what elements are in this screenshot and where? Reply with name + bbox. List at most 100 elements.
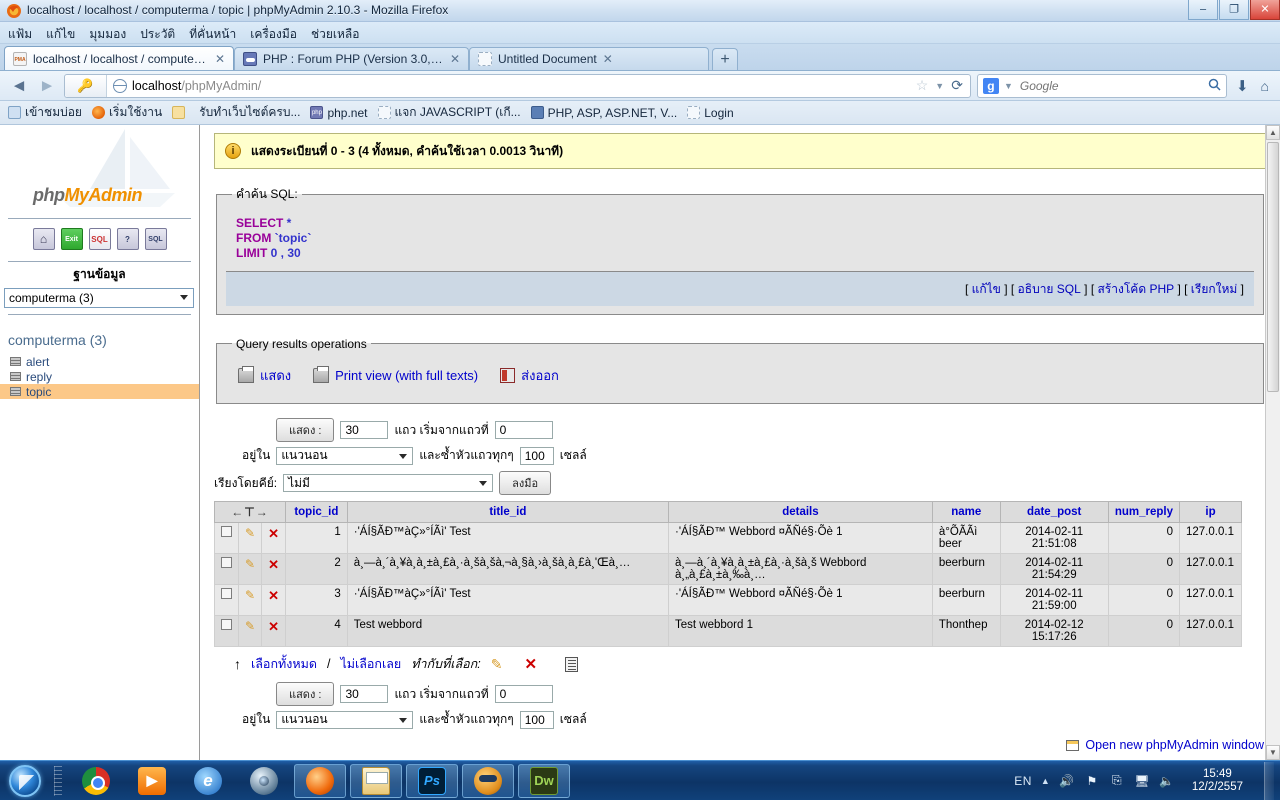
pencil-icon[interactable]: ✎: [245, 619, 255, 633]
menu-item-bookmarks[interactable]: ที่คั่นหน้า: [189, 25, 236, 43]
tab-phpmyadmin[interactable]: PMA localhost / localhost / computerma /…: [4, 46, 234, 70]
start-button[interactable]: [0, 762, 50, 800]
sql-action-refresh[interactable]: เรียกใหม่: [1191, 280, 1238, 299]
sql-query-icon[interactable]: SQL: [89, 228, 111, 250]
query-op-label[interactable]: ส่งออก: [521, 365, 559, 386]
column-header-ip[interactable]: ip: [1180, 502, 1242, 523]
bookmark-php-asp[interactable]: PHP, ASP, ASP.NET, V...: [531, 106, 678, 120]
exit-icon[interactable]: Exit: [61, 228, 83, 250]
show-button-bottom[interactable]: แสดง :: [276, 682, 334, 706]
column-header-date-post[interactable]: date_post: [1000, 502, 1108, 523]
pencil-icon[interactable]: ✎: [491, 656, 503, 673]
close-button[interactable]: ✕: [1250, 0, 1280, 20]
show-desktop-button[interactable]: [1264, 762, 1274, 800]
taskbar-app-webcam[interactable]: [238, 764, 290, 798]
export-list-icon[interactable]: [565, 657, 578, 672]
volume-icon[interactable]: 🔈: [1159, 773, 1175, 789]
tab-close-icon[interactable]: ✕: [603, 52, 613, 66]
row-checkbox[interactable]: [221, 588, 232, 599]
url-bar[interactable]: 🔑 localhost/phpMyAdmin/ ☆ ▼ ⟳: [64, 74, 971, 98]
delete-x-icon[interactable]: ✕: [268, 526, 279, 541]
row-checkbox-cell[interactable]: [215, 554, 239, 585]
vertical-scrollbar[interactable]: ▲ ▼: [1265, 125, 1280, 760]
taskbar-grip[interactable]: [54, 766, 62, 796]
tab-php-forum[interactable]: PHP : Forum PHP (Version 3.0,4.0,5.0)...…: [234, 47, 469, 70]
pencil-icon[interactable]: ✎: [245, 526, 255, 540]
home-icon[interactable]: ⌂: [1258, 78, 1272, 94]
select-all-link[interactable]: เลือกทั้งหมด: [251, 654, 317, 674]
query-op-export[interactable]: ส่งออก: [500, 365, 559, 386]
site-identity-button[interactable]: 🔑: [65, 75, 107, 97]
row-edit-cell[interactable]: ✎: [239, 554, 262, 585]
speaker-icon[interactable]: 🔊: [1059, 773, 1075, 789]
taskbar-app-explorer[interactable]: [350, 764, 402, 798]
tab-untitled-document[interactable]: Untitled Document ✕: [469, 47, 709, 70]
bookmark-javascript[interactable]: แจก JAVASCRIPT (เกี...: [378, 103, 521, 122]
row-checkbox-cell[interactable]: [215, 585, 239, 616]
forward-arrow-icon[interactable]: ►: [36, 76, 58, 96]
start-row-input-bottom[interactable]: 0: [495, 685, 553, 703]
sql-bubble-icon[interactable]: SQL: [145, 228, 167, 250]
network-icon[interactable]: 🖥: [1134, 773, 1150, 789]
bookmark-webdesign[interactable]: รับทำเว็บไซต์ครบ...: [199, 103, 300, 122]
back-arrow-icon[interactable]: ◄: [8, 76, 30, 96]
help-icon[interactable]: ?: [117, 228, 139, 250]
menu-item-tools[interactable]: เครื่องมือ: [250, 25, 297, 43]
reload-icon[interactable]: ⟳: [951, 77, 963, 94]
sidebar-table-alert[interactable]: alert: [8, 354, 199, 369]
taskbar-app-chrome[interactable]: [70, 764, 122, 798]
bookmark-frequent[interactable]: เข้าชมบ่อย: [8, 103, 82, 122]
show-hidden-icons-icon[interactable]: ▲: [1041, 776, 1050, 786]
open-new-window-link[interactable]: Open new phpMyAdmin window: [1085, 738, 1264, 752]
taskbar-app-photoshop[interactable]: Ps: [406, 764, 458, 798]
rows-input-top[interactable]: 30: [340, 421, 388, 439]
row-delete-cell[interactable]: ✕: [262, 523, 286, 554]
scroll-up-button[interactable]: ▲: [1266, 125, 1280, 140]
row-checkbox[interactable]: [221, 557, 232, 568]
pma-logo[interactable]: phpMyAdmin: [0, 125, 199, 215]
search-bar[interactable]: g ▼: [977, 74, 1227, 98]
row-checkbox[interactable]: [221, 619, 232, 630]
taskbar-app-media-player[interactable]: ▶: [126, 764, 178, 798]
flag-icon[interactable]: ⚑: [1084, 773, 1100, 789]
row-delete-cell[interactable]: ✕: [262, 616, 286, 647]
menu-item-view[interactable]: มุมมอง: [89, 25, 126, 43]
bookmark-getting-started[interactable]: เริ่มใช้งาน: [92, 103, 162, 122]
home-icon[interactable]: ⌂: [33, 228, 55, 250]
open-new-window-row[interactable]: Open new phpMyAdmin window: [1066, 738, 1264, 752]
sql-action-explain[interactable]: อธิบาย SQL: [1018, 280, 1081, 299]
database-select[interactable]: computerma (3): [4, 288, 194, 308]
tab-close-icon[interactable]: ✕: [450, 52, 460, 66]
search-engine-chevron-icon[interactable]: ▼: [1004, 81, 1013, 91]
scroll-down-button[interactable]: ▼: [1266, 745, 1280, 760]
rows-input-bottom[interactable]: 30: [340, 685, 388, 703]
taskbar-app-firefox[interactable]: [294, 764, 346, 798]
sort-select[interactable]: ไม่มี: [283, 474, 493, 492]
action-center-icon[interactable]: ⎘: [1109, 773, 1125, 789]
pencil-icon[interactable]: ✎: [245, 588, 255, 602]
column-header-num-reply[interactable]: num_reply: [1108, 502, 1179, 523]
chevron-down-icon[interactable]: ▼: [935, 81, 944, 91]
sql-action-edit[interactable]: แก้ไข: [972, 280, 1001, 299]
repeat-input-top[interactable]: 100: [520, 447, 554, 465]
delete-x-icon[interactable]: ✕: [268, 557, 279, 572]
start-row-input-top[interactable]: 0: [495, 421, 553, 439]
delete-x-icon[interactable]: ✕: [268, 588, 279, 603]
sidebar-table-topic[interactable]: topic: [0, 384, 200, 399]
column-header-title-id[interactable]: title_id: [347, 502, 668, 523]
row-edit-cell[interactable]: ✎: [239, 585, 262, 616]
row-edit-cell[interactable]: ✎: [239, 616, 262, 647]
row-delete-cell[interactable]: ✕: [262, 554, 286, 585]
row-checkbox-cell[interactable]: [215, 616, 239, 647]
repeat-input-bottom[interactable]: 100: [520, 711, 554, 729]
tab-close-icon[interactable]: ✕: [215, 52, 225, 66]
mode-select-bottom[interactable]: แนวนอน: [276, 711, 413, 729]
search-input[interactable]: [1018, 78, 1203, 94]
menu-item-help[interactable]: ช่วยเหลือ: [311, 25, 360, 43]
row-checkbox-cell[interactable]: [215, 523, 239, 554]
sql-action-create-php[interactable]: สร้างโค้ด PHP: [1097, 280, 1174, 299]
download-icon[interactable]: ⬇: [1233, 77, 1252, 95]
taskbar-app-internet-explorer[interactable]: e: [182, 764, 234, 798]
sidebar-table-reply[interactable]: reply: [8, 369, 199, 384]
delete-x-icon[interactable]: ✕: [268, 619, 279, 634]
